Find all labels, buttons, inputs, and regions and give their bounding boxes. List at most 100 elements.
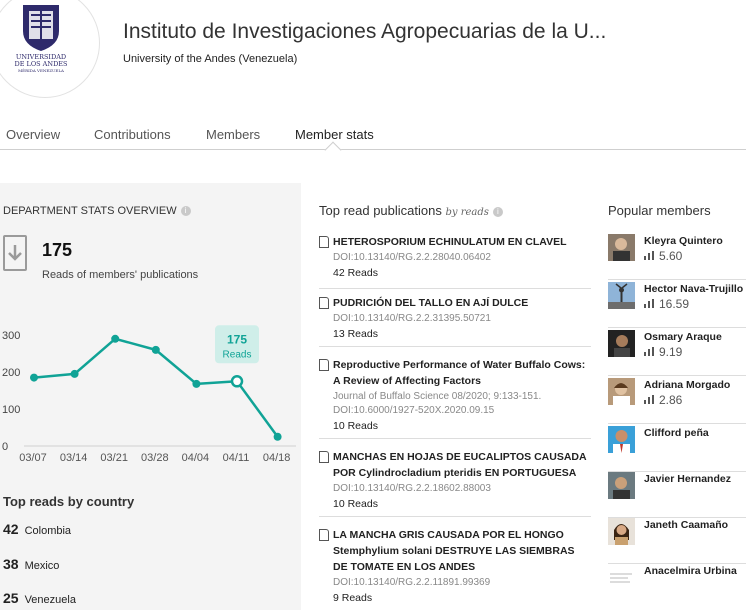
publication-title[interactable]: MANCHAS EN HOJAS DE EUCALIPTOS CAUSADA P… <box>319 449 591 481</box>
publication-title[interactable]: HETEROSPORIUM ECHINULATUM EN CLAVEL <box>319 234 591 250</box>
publications-heading: Top read publications by reads i <box>319 203 503 218</box>
y-tick-label: 0 <box>2 441 8 453</box>
x-tick-label: 04/18 <box>263 452 291 464</box>
highlighted-point <box>230 375 244 388</box>
country-name: Mexico <box>24 560 60 572</box>
member-score-value: 2.86 <box>659 393 683 407</box>
logo-text-line3: MÉRIDA VENEZUELA <box>18 68 64 73</box>
total-reads-value: 175 <box>42 240 73 260</box>
member-name[interactable]: Javier Hernandez <box>644 473 731 485</box>
country-row: 38 Mexico <box>3 556 59 572</box>
country-heading: Top reads by country <box>3 494 135 509</box>
publication-item[interactable]: HETEROSPORIUM ECHINULATUM EN CLAVEL DOI:… <box>319 234 591 289</box>
tooltip-label: Reads <box>223 349 252 360</box>
member-name[interactable]: Clifford peña <box>644 427 709 439</box>
data-point <box>273 432 282 441</box>
country-row: 25 Venezuela <box>3 590 76 606</box>
publication-reads: 10 Reads <box>333 498 378 510</box>
member-item[interactable]: Osmary Araque 9.19 <box>608 330 746 376</box>
member-item[interactable]: Clifford peña <box>608 426 746 472</box>
publications-heading-text: Top read publications <box>319 203 442 218</box>
member-name[interactable]: Hector Nava-Trujillo <box>644 283 743 295</box>
score-bars-icon <box>644 395 654 404</box>
member-score: 16.59 <box>644 297 689 311</box>
data-point <box>151 345 160 354</box>
member-score-value: 16.59 <box>659 297 690 311</box>
member-score: 9.19 <box>644 345 682 359</box>
tab-member-stats[interactable]: Member stats <box>295 127 374 142</box>
publication-title[interactable]: Reproductive Performance of Water Buffal… <box>319 357 591 389</box>
publication-meta: DOI:10.13140/RG.2.2.18602.88003 <box>333 483 491 494</box>
x-tick-label: 03/21 <box>100 452 128 464</box>
data-point <box>70 369 79 378</box>
publication-reads: 9 Reads <box>333 592 373 604</box>
x-tick-label: 03/14 <box>60 452 88 464</box>
publication-reads: 42 Reads <box>333 267 378 279</box>
data-point <box>192 379 201 388</box>
info-icon[interactable]: i <box>492 206 503 217</box>
x-tick-label: 04/11 <box>223 452 250 464</box>
tab-overview[interactable]: Overview <box>6 127 60 142</box>
member-score: 2.86 <box>644 393 682 407</box>
x-tick-label: 04/04 <box>182 452 210 464</box>
institution-link[interactable]: University of the Andes (Venezuela) <box>123 53 297 65</box>
tooltip-value: 175 <box>227 332 247 346</box>
member-avatar[interactable] <box>608 426 635 453</box>
reads-line-chart: 0 100 200 300 03/07 03/14 03/21 03/28 04/04 04/11… <box>2 325 296 464</box>
member-item[interactable]: Adriana Morgado 2.86 <box>608 378 746 424</box>
member-avatar[interactable] <box>608 564 635 591</box>
member-avatar[interactable] <box>608 234 635 261</box>
score-bars-icon <box>644 347 654 356</box>
member-name[interactable]: Kleyra Quintero <box>644 235 723 247</box>
member-item[interactable]: Anacelmira Urbina <box>608 564 746 610</box>
publication-item[interactable]: PUDRICIÓN DEL TALLO EN AJÍ DULCE DOI:10.… <box>319 295 591 347</box>
member-name[interactable]: Adriana Morgado <box>644 379 730 391</box>
institution-logo[interactable]: UNIVERSIDAD DE LOS ANDES MÉRIDA VENEZUEL… <box>0 0 100 98</box>
country-count: 25 <box>3 590 19 606</box>
stats-heading: DEPARTMENT STATS OVERVIEW i <box>3 205 191 217</box>
publication-item[interactable]: Reproductive Performance of Water Buffal… <box>319 357 591 439</box>
tab-members[interactable]: Members <box>206 127 260 142</box>
member-avatar[interactable] <box>608 472 635 499</box>
member-item[interactable]: Kleyra Quintero 5.60 <box>608 234 746 280</box>
y-tick-label: 100 <box>2 404 20 416</box>
member-avatar[interactable] <box>608 518 635 545</box>
country-name: Colombia <box>24 525 72 537</box>
tab-bar: Overview Contributions Members Member st… <box>0 118 746 150</box>
publication-item[interactable]: MANCHAS EN HOJAS DE EUCALIPTOS CAUSADA P… <box>319 449 591 517</box>
country-row: 42 Colombia <box>3 521 71 537</box>
publication-reads: 10 Reads <box>333 420 378 432</box>
download-icon <box>3 235 27 271</box>
x-tick-label: 03/07 <box>19 452 47 464</box>
member-item[interactable]: Hector Nava-Trujillo 16.59 <box>608 282 746 328</box>
publication-meta: DOI:10.13140/RG.2.2.11891.99369 <box>333 577 491 588</box>
info-icon[interactable]: i <box>180 206 191 217</box>
publication-item[interactable]: LA MANCHA GRIS CAUSADA POR EL HONGO Stem… <box>319 527 591 607</box>
y-tick-label: 200 <box>2 367 20 379</box>
score-bars-icon <box>644 251 654 260</box>
member-score: 5.60 <box>644 249 682 263</box>
members-heading: Popular members <box>608 203 711 218</box>
member-avatar[interactable] <box>608 282 635 309</box>
member-item[interactable]: Javier Hernandez <box>608 472 746 518</box>
publication-title[interactable]: PUDRICIÓN DEL TALLO EN AJÍ DULCE <box>319 295 591 311</box>
member-name[interactable]: Janeth Caamaño <box>644 519 728 531</box>
member-name[interactable]: Anacelmira Urbina <box>644 565 737 577</box>
country-count: 38 <box>3 556 19 572</box>
publication-meta: Journal of Buffalo Science 08/2020; 9:13… <box>333 391 542 416</box>
publication-meta: DOI:10.13140/RG.2.2.28040.06402 <box>333 252 491 263</box>
member-score-value: 9.19 <box>659 345 683 359</box>
logo-text-line2: DE LOS ANDES <box>15 60 68 68</box>
total-reads-label: Reads of members' publications <box>42 269 199 281</box>
country-name: Venezuela <box>24 594 76 606</box>
member-avatar[interactable] <box>608 378 635 405</box>
member-name[interactable]: Osmary Araque <box>644 331 722 343</box>
data-point <box>30 373 38 382</box>
tab-contributions[interactable]: Contributions <box>94 127 171 142</box>
member-score-value: 5.60 <box>659 249 683 263</box>
publications-heading-sub: by reads <box>445 207 489 218</box>
member-item[interactable]: Janeth Caamaño <box>608 518 746 564</box>
university-seal-icon: UNIVERSIDAD DE LOS ANDES MÉRIDA VENEZUEL… <box>15 5 68 73</box>
member-avatar[interactable] <box>608 330 635 357</box>
publication-title[interactable]: LA MANCHA GRIS CAUSADA POR EL HONGO Stem… <box>319 527 591 575</box>
